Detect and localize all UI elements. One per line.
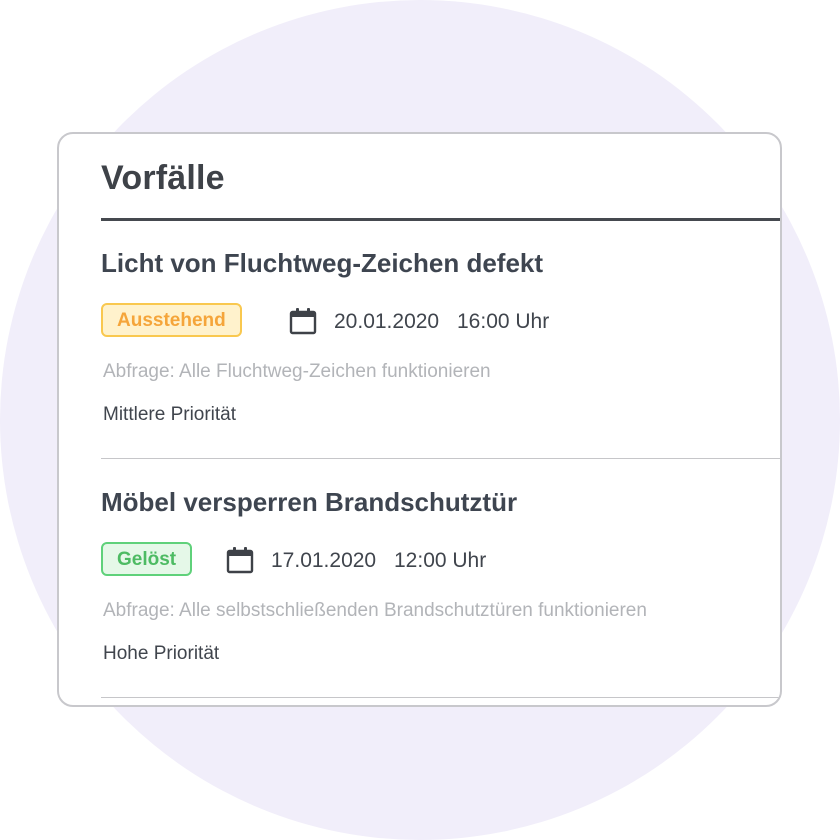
incident-item[interactable]: Licht von Fluchtweg-Zeichen defekt Ausst…: [101, 221, 780, 461]
status-badge-pending: Ausstehend: [101, 303, 242, 337]
incident-date: 17.01.2020: [271, 549, 377, 572]
incident-date: 20.01.2020: [334, 310, 440, 333]
incidents-card: Vorfälle Licht von Fluchtweg-Zeichen def…: [57, 132, 782, 707]
incident-divider: [101, 458, 780, 459]
incident-query: Abfrage: Alle selbstschließenden Brandsc…: [103, 600, 647, 621]
incident-query: Abfrage: Alle Fluchtweg-Zeichen funktion…: [103, 361, 491, 382]
page-title: Vorfälle: [101, 159, 225, 197]
incident-title[interactable]: Licht von Fluchtweg-Zeichen defekt: [101, 250, 543, 276]
incident-time: 16:00 Uhr: [457, 310, 550, 333]
incident-priority: Mittlere Priorität: [103, 404, 237, 425]
incident-divider: [101, 697, 780, 698]
calendar-icon: [289, 308, 317, 335]
page-stage: Vorfälle Licht von Fluchtweg-Zeichen def…: [0, 0, 840, 840]
incident-title[interactable]: Möbel versperren Brandschutztür: [101, 489, 517, 515]
incident-time: 12:00 Uhr: [394, 549, 487, 572]
calendar-icon: [226, 547, 254, 574]
incident-item[interactable]: Möbel versperren Brandschutztür Gelöst 1…: [101, 460, 780, 700]
status-badge-solved: Gelöst: [101, 542, 193, 576]
incident-priority: Hohe Priorität: [103, 643, 220, 664]
